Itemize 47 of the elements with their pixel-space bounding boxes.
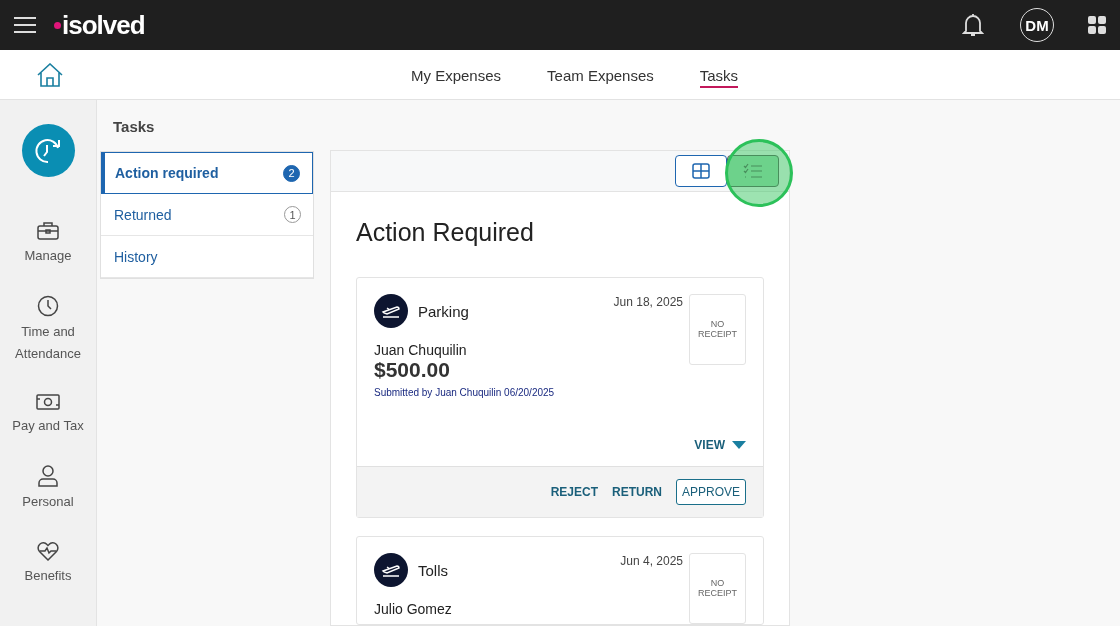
grid-icon [692,163,710,179]
checklist-icon [743,163,763,179]
count-badge: 2 [283,164,300,182]
home-icon[interactable] [37,62,63,87]
clock-icon [37,295,59,317]
task-item[interactable]: Returned 1 [101,194,313,236]
rail-label[interactable]: Personal [8,491,88,513]
menu-icon[interactable] [14,16,36,34]
employee-name: Juan Chuquilin [374,342,468,358]
refresh-clock-button[interactable] [21,124,75,177]
logo-dot-icon [54,21,61,29]
rail-label[interactable]: Manage [8,245,88,267]
rail-label[interactable]: Benefits [8,565,88,587]
rail-label[interactable]: Time and Attendance [8,321,88,365]
category-label: Tolls [418,561,448,579]
nav-tab[interactable]: Team Expenses [547,61,654,88]
bell-icon[interactable] [962,13,984,37]
caret-icon [732,441,746,449]
briefcase-icon [37,221,59,241]
submitted-note: Submitted by Juan Chuquilin 06/20/2025 [374,387,556,398]
action-button[interactable]: APPROVE [675,479,746,505]
tasks-title: Tasks [113,118,156,135]
receipt-thumbnail[interactable]: NO RECEIPT [689,294,746,365]
view-button[interactable]: VIEW [694,438,746,452]
action-button[interactable]: RETURN [611,485,662,499]
airplane-icon [374,553,408,587]
nav-tab[interactable]: Tasks [699,61,739,88]
category-label: Parking [418,302,469,320]
page-heading: Action Required [356,218,535,247]
airplane-icon [374,294,408,328]
employee-name: Julio Gomez [374,601,453,617]
rail-label[interactable]: Pay and Tax [8,415,88,437]
count-badge: 1 [284,206,301,223]
expense-date: Jun 18, 2025 [613,295,683,311]
nav-tab[interactable]: My Expenses [411,61,502,88]
logo[interactable]: isolved [62,9,145,41]
task-item[interactable]: History [101,236,313,278]
heartbeat-icon [37,541,59,561]
banknote-icon [36,393,60,411]
expense-date: Jun 4, 2025 [620,554,683,570]
amount: $500.00 [374,358,451,382]
action-button[interactable]: REJECT [550,485,598,499]
receipt-thumbnail[interactable]: NO RECEIPT [689,553,746,624]
grid-view-button[interactable] [675,155,727,187]
task-item[interactable]: Action required 2 [101,152,313,194]
person-icon [38,465,58,487]
apps-grid-icon[interactable] [1088,16,1106,34]
